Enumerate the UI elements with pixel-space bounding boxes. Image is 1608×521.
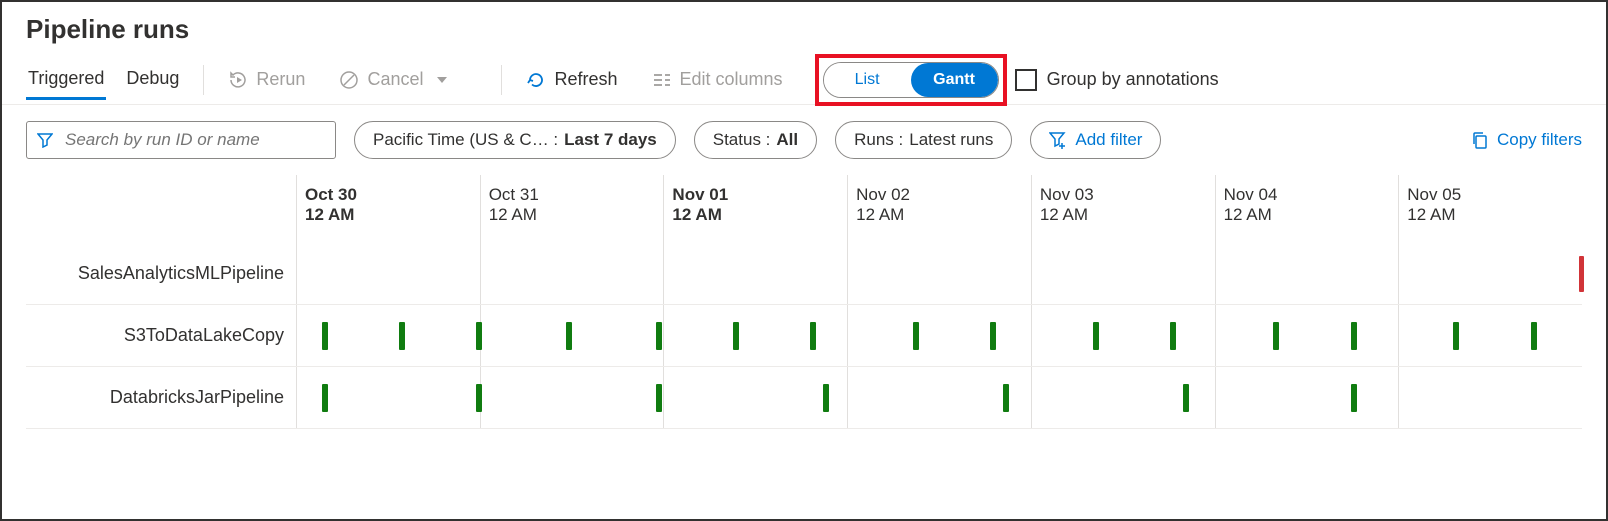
view-toggle-highlight: List Gantt bbox=[815, 54, 1007, 106]
run-success[interactable] bbox=[1170, 322, 1176, 350]
run-success[interactable] bbox=[1453, 322, 1459, 350]
run-success[interactable] bbox=[656, 384, 662, 412]
view-gantt[interactable]: Gantt bbox=[911, 63, 998, 97]
run-success[interactable] bbox=[476, 384, 482, 412]
filter-status[interactable]: Status : All bbox=[694, 121, 817, 159]
run-success[interactable] bbox=[810, 322, 816, 350]
timeline-column: Nov 0112 AM bbox=[663, 175, 847, 243]
timeline-column: Oct 3112 AM bbox=[480, 175, 664, 243]
refresh-icon bbox=[526, 70, 546, 90]
page-title: Pipeline runs bbox=[2, 2, 1606, 55]
filter-runs[interactable]: Runs : Latest runs bbox=[835, 121, 1012, 159]
run-success[interactable] bbox=[656, 322, 662, 350]
gantt-body: SalesAnalyticsMLPipeline S3ToDataLakeCopy… bbox=[26, 243, 1582, 429]
run-success[interactable] bbox=[476, 322, 482, 350]
cancel-icon bbox=[339, 70, 359, 90]
tab-debug[interactable]: Debug bbox=[124, 60, 181, 100]
cancel-button[interactable]: Cancel bbox=[337, 65, 449, 94]
run-success[interactable] bbox=[1183, 384, 1189, 412]
run-success[interactable] bbox=[399, 322, 405, 350]
gantt-row: S3ToDataLakeCopy bbox=[26, 305, 1582, 367]
rerun-icon bbox=[228, 70, 248, 90]
run-success[interactable] bbox=[1273, 322, 1279, 350]
row-track bbox=[296, 367, 1582, 428]
run-success[interactable] bbox=[1531, 322, 1537, 350]
refresh-button[interactable]: Refresh bbox=[524, 65, 619, 94]
filter-time[interactable]: Pacific Time (US & C… : Last 7 days bbox=[354, 121, 676, 159]
run-success[interactable] bbox=[733, 322, 739, 350]
timeline-column: Nov 0412 AM bbox=[1215, 175, 1399, 243]
pipeline-label[interactable]: SalesAnalyticsMLPipeline bbox=[26, 263, 296, 284]
chevron-down-icon bbox=[431, 69, 447, 90]
run-success[interactable] bbox=[566, 322, 572, 350]
run-success[interactable] bbox=[322, 384, 328, 412]
run-success[interactable] bbox=[1351, 384, 1357, 412]
edit-columns-button[interactable]: Edit columns bbox=[650, 65, 785, 94]
gantt-row: DatabricksJarPipeline bbox=[26, 367, 1582, 429]
checkbox[interactable] bbox=[1015, 69, 1037, 91]
run-success[interactable] bbox=[990, 322, 996, 350]
app-frame: Pipeline runs Triggered Debug Rerun Canc… bbox=[0, 0, 1608, 521]
toolbar: Triggered Debug Rerun Cancel Refresh bbox=[2, 55, 1606, 105]
row-track bbox=[296, 243, 1582, 304]
pipeline-label[interactable]: S3ToDataLakeCopy bbox=[26, 325, 296, 346]
separator bbox=[203, 65, 204, 95]
copy-filters-button[interactable]: Copy filters bbox=[1471, 130, 1582, 150]
pipeline-label[interactable]: DatabricksJarPipeline bbox=[26, 387, 296, 408]
row-track bbox=[296, 305, 1582, 366]
tabs: Triggered Debug bbox=[26, 55, 181, 104]
run-success[interactable] bbox=[1351, 322, 1357, 350]
search-input[interactable] bbox=[26, 121, 336, 159]
separator bbox=[501, 65, 502, 95]
view-list[interactable]: List bbox=[824, 63, 911, 97]
view-toggle: List Gantt bbox=[823, 62, 999, 98]
timeline-column: Nov 0512 AM bbox=[1398, 175, 1582, 243]
add-filter-button[interactable]: Add filter bbox=[1030, 121, 1161, 159]
gantt-chart: Oct 3012 AMOct 3112 AMNov 0112 AMNov 021… bbox=[26, 175, 1582, 495]
gantt-row: SalesAnalyticsMLPipeline bbox=[26, 243, 1582, 305]
search-field[interactable] bbox=[63, 129, 325, 151]
rerun-button[interactable]: Rerun bbox=[226, 65, 307, 94]
filter-row: Pacific Time (US & C… : Last 7 days Stat… bbox=[2, 105, 1606, 175]
timeline-column: Nov 0212 AM bbox=[847, 175, 1031, 243]
timeline-column: Oct 3012 AM bbox=[296, 175, 480, 243]
copy-icon bbox=[1471, 131, 1489, 149]
add-filter-icon bbox=[1049, 131, 1067, 149]
run-success[interactable] bbox=[913, 322, 919, 350]
run-success[interactable] bbox=[322, 322, 328, 350]
tab-triggered[interactable]: Triggered bbox=[26, 60, 106, 100]
timeline-header: Oct 3012 AMOct 3112 AMNov 0112 AMNov 021… bbox=[26, 175, 1582, 243]
run-success[interactable] bbox=[823, 384, 829, 412]
run-success[interactable] bbox=[1093, 322, 1099, 350]
group-by-annotations[interactable]: Group by annotations bbox=[1015, 69, 1219, 91]
run-success[interactable] bbox=[1003, 384, 1009, 412]
columns-icon bbox=[652, 72, 672, 88]
run-failed[interactable] bbox=[1579, 256, 1584, 292]
filter-icon bbox=[37, 132, 53, 148]
timeline-column: Nov 0312 AM bbox=[1031, 175, 1215, 243]
